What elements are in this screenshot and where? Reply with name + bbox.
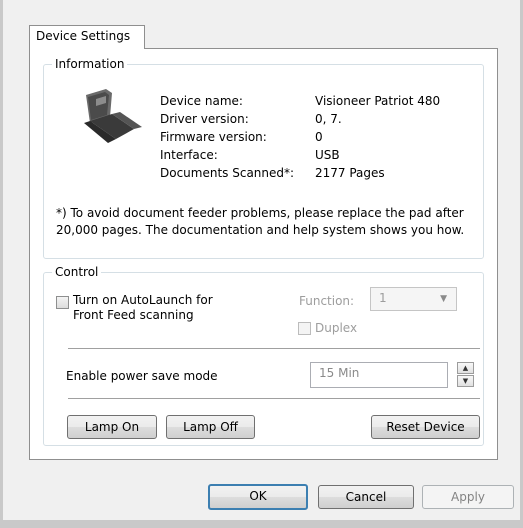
documents-scanned-label: Documents Scanned*: [160, 166, 295, 180]
interface-value: USB [315, 148, 340, 162]
divider [68, 348, 480, 349]
power-save-input[interactable]: 15 Min [310, 362, 448, 388]
window-frame-bottom [0, 520, 523, 528]
function-label: Function: [299, 294, 355, 308]
information-legend: Information [52, 56, 128, 72]
firmware-version-label: Firmware version: [160, 130, 267, 144]
driver-version-label: Driver version: [160, 112, 249, 126]
function-select-value: 1 [379, 291, 387, 305]
window-frame-left [0, 0, 3, 528]
pad-replacement-note: *) To avoid document feeder problems, pl… [56, 206, 465, 237]
device-name-label: Device name: [160, 94, 243, 108]
function-select[interactable]: 1 ▼ [370, 287, 457, 311]
duplex-checkbox[interactable] [298, 322, 311, 335]
tab-device-settings[interactable]: Device Settings [29, 25, 145, 49]
lamp-on-button[interactable]: Lamp On [67, 415, 157, 439]
scanner-icon [84, 89, 142, 143]
lamp-off-button[interactable]: Lamp Off [166, 415, 255, 439]
control-legend: Control [52, 264, 102, 280]
chevron-down-icon: ▼ [440, 294, 447, 304]
tab-label: Device Settings [36, 29, 131, 43]
apply-button[interactable]: Apply [422, 485, 514, 509]
ok-button[interactable]: OK [208, 484, 308, 510]
interface-label: Interface: [160, 148, 218, 162]
information-group: Information Device name: Visioneer Patri… [43, 56, 484, 259]
divider [68, 398, 480, 399]
cancel-button[interactable]: Cancel [318, 485, 414, 509]
driver-version-value: 0, 7. [315, 112, 342, 126]
spin-up-button[interactable]: ▲ [457, 362, 474, 374]
autolaunch-label[interactable]: Turn on AutoLaunch for Front Feed scanni… [73, 293, 213, 323]
firmware-version-value: 0 [315, 130, 323, 144]
device-settings-panel: Information Device name: Visioneer Patri… [29, 48, 498, 460]
spin-down-button[interactable]: ▼ [457, 375, 474, 387]
autolaunch-checkbox[interactable] [56, 296, 69, 309]
power-save-label: Enable power save mode [66, 369, 218, 383]
documents-scanned-value: 2177 Pages [315, 166, 385, 180]
reset-device-button[interactable]: Reset Device [371, 415, 480, 439]
control-group: Control Turn on AutoLaunch for Front Fee… [43, 264, 484, 446]
device-name-value: Visioneer Patriot 480 [315, 94, 441, 108]
duplex-label: Duplex [315, 321, 358, 335]
